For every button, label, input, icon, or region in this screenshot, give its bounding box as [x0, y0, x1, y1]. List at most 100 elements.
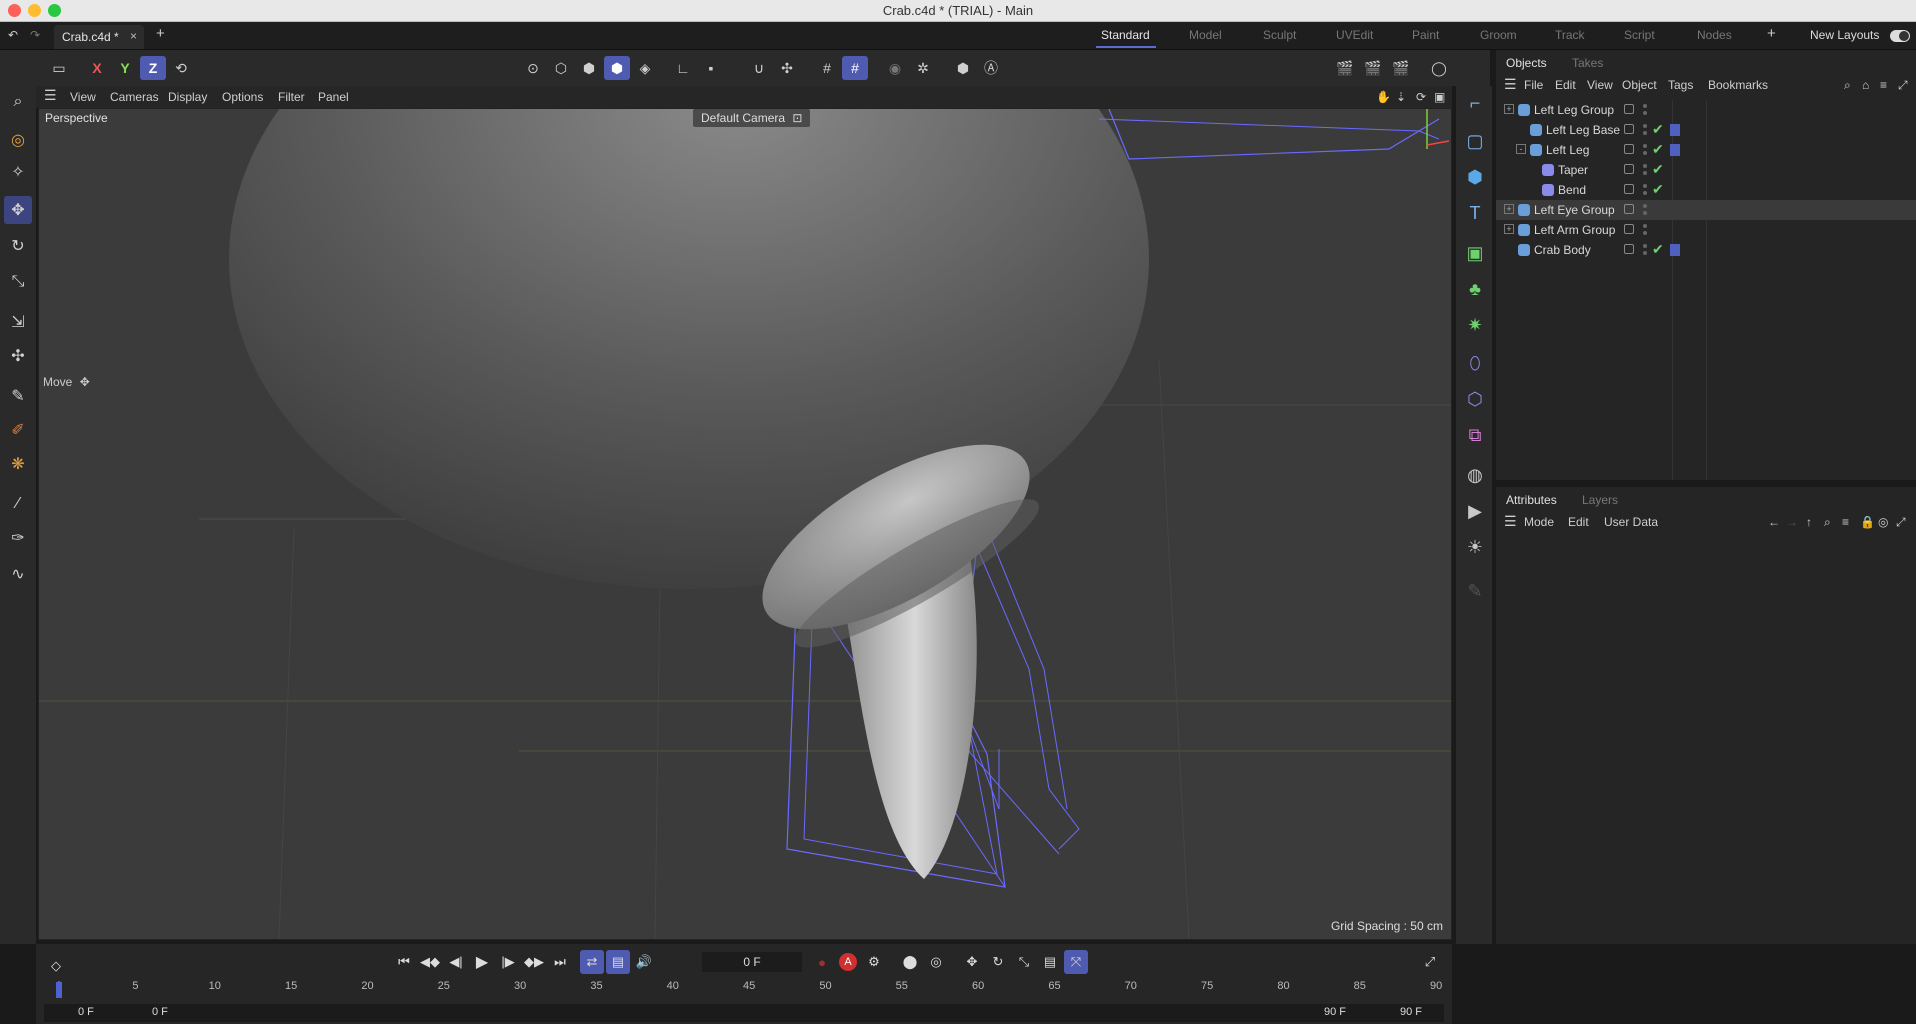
previous-key-icon[interactable]: ◀◆: [418, 950, 442, 974]
layout-tab-model[interactable]: Model: [1189, 28, 1222, 42]
attributes-search-icon[interactable]: ⌕: [1824, 515, 1831, 530]
spline-pen-icon[interactable]: ✎: [4, 382, 32, 410]
edges-mode-icon[interactable]: ⬡: [548, 56, 574, 80]
range-start-field[interactable]: 0 F: [78, 1006, 94, 1018]
layer-visibility-icon[interactable]: [1624, 184, 1634, 194]
grid-icon[interactable]: #: [814, 56, 840, 80]
objects-menu-bookmarks[interactable]: Bookmarks: [1708, 78, 1768, 92]
attributes-menu-edit[interactable]: Edit: [1568, 515, 1589, 529]
editor-render-dots-icon[interactable]: [1642, 202, 1648, 218]
objects-expand-icon[interactable]: ⤢: [1898, 78, 1908, 93]
polygons-mode-icon[interactable]: ⬢: [576, 56, 602, 80]
record-icon[interactable]: ●: [810, 950, 834, 974]
spline-rectangle-icon[interactable]: ▢: [1460, 126, 1490, 156]
attributes-filter-icon[interactable]: ≡: [1842, 515, 1849, 529]
current-frame-field[interactable]: 0 F: [702, 952, 802, 972]
layout-tab-sculpt[interactable]: Sculpt: [1263, 28, 1296, 42]
object-tag-icon[interactable]: [1670, 144, 1680, 156]
document-tab[interactable]: Crab.c4d * ×: [54, 25, 144, 49]
scale-tool-icon[interactable]: ⤡: [4, 268, 32, 296]
knife-tool-icon[interactable]: ✑: [4, 524, 32, 552]
selection-tool-icon[interactable]: ◎: [4, 126, 32, 154]
layout-tab-standard[interactable]: Standard: [1101, 28, 1150, 42]
go-to-start-icon[interactable]: ⏮: [392, 950, 416, 974]
x-axis-lock-button[interactable]: X: [84, 56, 110, 80]
enabled-check-icon[interactable]: ✔: [1652, 121, 1664, 138]
workplane-icon[interactable]: #: [842, 56, 868, 80]
expand-toggle-icon[interactable]: +: [1504, 204, 1514, 214]
points-mode-icon[interactable]: ⊙: [520, 56, 546, 80]
coordinate-system-icon[interactable]: ⟲: [168, 56, 194, 80]
keyframe-selection-icon[interactable]: ⬤: [898, 950, 922, 974]
subdivision-icon[interactable]: ▣: [1460, 238, 1490, 268]
layer-visibility-icon[interactable]: [1624, 124, 1634, 134]
live-selection-icon[interactable]: ✧: [4, 158, 32, 186]
add-tab-icon[interactable]: +: [156, 25, 165, 42]
layout-tab-groom[interactable]: Groom: [1480, 28, 1517, 42]
undo-icon[interactable]: ↶: [8, 28, 18, 42]
interactive-render-icon[interactable]: ◯: [1426, 56, 1452, 80]
effector-icon[interactable]: ✷: [1460, 310, 1490, 340]
spline-sketch-icon[interactable]: ✐: [4, 416, 32, 444]
rotation-key-icon[interactable]: ↻: [986, 950, 1010, 974]
pan-view-icon[interactable]: ✋: [1376, 90, 1391, 104]
timeline-expand-icon[interactable]: ⤢: [1418, 950, 1442, 974]
expand-toggle-icon[interactable]: -: [1516, 144, 1526, 154]
smooth-tool-icon[interactable]: ∿: [4, 560, 32, 588]
editor-render-dots-icon[interactable]: [1642, 142, 1648, 158]
playback-rate-icon[interactable]: ▤: [606, 950, 630, 974]
attributes-menu-mode[interactable]: Mode: [1524, 515, 1554, 529]
back-arrow-icon[interactable]: ←: [1768, 515, 1780, 529]
camera-create-icon[interactable]: ▶: [1460, 496, 1490, 526]
tweak-mode-icon[interactable]: ▪: [698, 56, 724, 80]
layer-visibility-icon[interactable]: [1624, 144, 1634, 154]
objects-menu-view[interactable]: View: [1587, 78, 1613, 92]
tab-layers[interactable]: Layers: [1582, 493, 1618, 507]
object-tag-icon[interactable]: [1670, 124, 1680, 136]
tab-objects[interactable]: Objects: [1506, 56, 1547, 70]
enabled-check-icon[interactable]: ✔: [1652, 181, 1664, 198]
layer-visibility-icon[interactable]: [1624, 224, 1634, 234]
layout-tab-script[interactable]: Script: [1624, 28, 1655, 42]
menu-filter[interactable]: Filter: [278, 90, 305, 104]
maximize-view-icon[interactable]: ▣: [1434, 90, 1445, 104]
loop-icon[interactable]: ⇄: [580, 950, 604, 974]
uv-mode-icon[interactable]: ◈: [632, 56, 658, 80]
y-axis-lock-button[interactable]: Y: [112, 56, 138, 80]
close-tab-icon[interactable]: ×: [130, 29, 137, 43]
object-tag-icon[interactable]: [1670, 244, 1680, 256]
editor-render-dots-icon[interactable]: [1642, 182, 1648, 198]
objects-menu-object[interactable]: Object: [1622, 78, 1657, 92]
layout-tab-paint[interactable]: Paint: [1412, 28, 1439, 42]
layout-tab-uvedit[interactable]: UVEdit: [1336, 28, 1373, 42]
null-object-icon[interactable]: ⌐: [1460, 88, 1490, 118]
keyframe-icon[interactable]: ◇: [44, 954, 68, 978]
editor-render-dots-icon[interactable]: [1642, 122, 1648, 138]
object-row[interactable]: Left Leg Base ✔: [1496, 120, 1916, 140]
brush-tool-icon[interactable]: ⁄: [4, 490, 32, 518]
object-row[interactable]: Taper ✔: [1496, 160, 1916, 180]
previous-frame-icon[interactable]: ◀|: [444, 950, 468, 974]
object-row[interactable]: Crab Body ✔: [1496, 240, 1916, 260]
position-key-icon[interactable]: ✥: [960, 950, 984, 974]
search-icon[interactable]: ⌕: [4, 88, 32, 116]
next-frame-icon[interactable]: |▶: [496, 950, 520, 974]
scale-key-icon[interactable]: ⤡: [1012, 950, 1036, 974]
enabled-check-icon[interactable]: ✔: [1652, 241, 1664, 258]
attributes-expand-icon[interactable]: ⤢: [1896, 515, 1906, 530]
editor-render-dots-icon[interactable]: [1642, 242, 1648, 258]
layer-visibility-icon[interactable]: [1624, 244, 1634, 254]
menu-view[interactable]: View: [70, 90, 96, 104]
tab-takes[interactable]: Takes: [1572, 56, 1603, 70]
lod-icon[interactable]: Ⓐ: [978, 56, 1004, 80]
objects-menu-file[interactable]: File: [1524, 78, 1543, 92]
model-mode-icon[interactable]: ⬢: [604, 56, 630, 80]
rotate-tool-icon[interactable]: ↻: [4, 232, 32, 260]
cloner-icon[interactable]: ♣: [1460, 274, 1490, 304]
autokey-icon[interactable]: A: [836, 950, 860, 974]
expand-toggle-icon[interactable]: +: [1504, 104, 1514, 114]
key-settings-icon[interactable]: ⚙: [862, 950, 886, 974]
objects-menu-edit[interactable]: Edit: [1555, 78, 1576, 92]
render-settings-icon[interactable]: 🎬: [1388, 56, 1414, 80]
preview-range-bar[interactable]: 0 F 0 F 90 F 90 F: [44, 1004, 1444, 1022]
